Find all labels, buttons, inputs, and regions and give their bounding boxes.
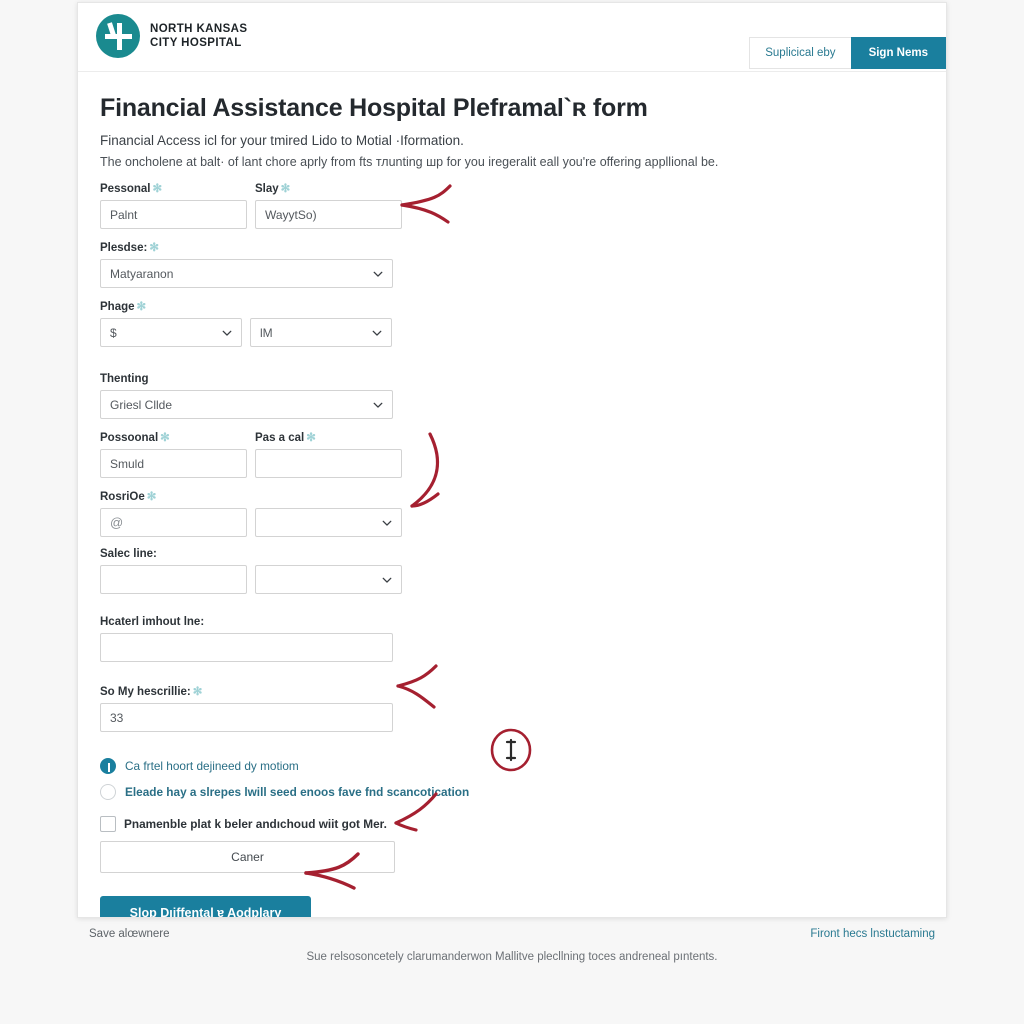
field-so-my-hescrillie: So My hescrillie: ✻ 33 xyxy=(100,684,393,732)
select-value: ƖM xyxy=(260,325,273,340)
field-label: Slay ✻ xyxy=(255,183,291,195)
form-body: Financial Assistance Hospital Pleframal`… xyxy=(78,72,946,917)
required-marker: ✻ xyxy=(152,183,163,195)
possoonal-input[interactable]: Smuld xyxy=(100,449,247,478)
form-row: Hcaterl imhout lne: xyxy=(100,616,924,662)
cancel-button[interactable]: Caner xyxy=(100,841,395,873)
field-label: Possoonal ✻ xyxy=(100,432,170,444)
required-marker: ✻ xyxy=(280,183,291,195)
form-row: Salec line: xyxy=(100,548,924,594)
field-phage-unit: ƖM xyxy=(250,299,392,347)
brand-name: NORTH KANSAS CITY HOSPITAL xyxy=(150,22,247,50)
choice-label: Ca frtel hoort dejineed dy motiom xyxy=(125,759,299,773)
consent-checkbox-row[interactable]: Pnamenble plat k beler andıchoud wiit go… xyxy=(100,816,924,832)
field-label: Thenting xyxy=(100,373,149,385)
so-my-hescrillie-input[interactable]: 33 xyxy=(100,703,393,732)
required-marker: ✻ xyxy=(146,491,157,503)
field-label: So My hescrillie: ✻ xyxy=(100,686,203,698)
required-marker: ✻ xyxy=(192,686,203,698)
footer-top-row: Save alœwnere Firont hecs lnstuctaming xyxy=(89,928,935,940)
at-icon: @ xyxy=(110,515,124,530)
choice-group: Ca frtel hoort dejineed dy motiom Eleade… xyxy=(100,758,924,800)
salec-line-input[interactable] xyxy=(100,565,247,594)
form-row: Plesdse: ✻ Matyaranon xyxy=(100,240,924,288)
field-pessonal: Pessonal ✻ Palnt xyxy=(100,181,247,229)
field-salec-line: Salec line: xyxy=(100,548,247,594)
form-row: RosriOe ✻ @ xyxy=(100,489,924,537)
slay-input[interactable]: WayytSo) xyxy=(255,200,402,229)
field-label: Hcaterl imhout lne: xyxy=(100,616,205,628)
save-elsewhere-label: Save alœwnere xyxy=(89,928,170,940)
chevron-down-icon xyxy=(222,328,232,338)
select-value: Griesl Cllde xyxy=(110,397,173,412)
field-label: Phage ✻ xyxy=(100,301,147,313)
chevron-down-icon xyxy=(372,328,382,338)
application-card: NORTH KANSAS CITY HOSPITAL Suplicical eb… xyxy=(77,2,947,918)
chevron-down-icon xyxy=(382,575,392,585)
footer-note: Sue relsosoncetely clarumanderwon Mallit… xyxy=(306,951,718,963)
pessonal-input[interactable]: Palnt xyxy=(100,200,247,229)
rosrioe-input[interactable]: @ xyxy=(100,508,247,537)
choice-row[interactable]: Ca frtel hoort dejineed dy motiom xyxy=(100,758,924,774)
field-label: RosriOe ✻ xyxy=(100,491,157,503)
hospital-cross-logo-icon xyxy=(96,14,140,58)
field-hcaterl-imhout-lne: Hcaterl imhout lne: xyxy=(100,616,393,662)
radio-selected-icon[interactable] xyxy=(100,758,116,774)
page-footer: Save alœwnere Firont hecs lnstuctaming S… xyxy=(77,918,947,963)
select-value: Matyaranon xyxy=(110,266,174,281)
form-row: Thenting Griesl Cllde xyxy=(100,373,924,419)
hcaterl-imhout-lne-input[interactable] xyxy=(100,633,393,662)
print-instructions-link[interactable]: Firont hecs lnstuctaming xyxy=(810,928,935,940)
consent-checkbox-label: Pnamenble plat k beler andıchoud wiit go… xyxy=(124,817,387,831)
field-label: Pessonal ✻ xyxy=(100,183,163,195)
application-help-button[interactable]: Suplicical eby xyxy=(749,37,851,69)
chevron-down-icon xyxy=(373,269,383,279)
phage-unit-select[interactable]: ƖM xyxy=(250,318,392,347)
thenting-select[interactable]: Griesl Cllde xyxy=(100,390,393,419)
brand-name-line2: CITY HOSPITAL xyxy=(150,37,242,49)
choice-row[interactable]: Eleade hay a slrepes lwill seed enoos fa… xyxy=(100,784,924,800)
field-possoonal: Possoonal ✻ Smuld xyxy=(100,430,247,478)
header-actions: Suplicical eby Sign Nems xyxy=(749,37,946,69)
plesdse-select[interactable]: Matyaranon xyxy=(100,259,393,288)
chevron-down-icon xyxy=(382,518,392,528)
required-marker: ✻ xyxy=(160,432,170,444)
form-row: Phage ✻ $ ƖM xyxy=(100,299,924,347)
chevron-down-icon xyxy=(373,400,383,410)
select-value: $ xyxy=(110,325,117,340)
pas-a-cal-input[interactable] xyxy=(255,449,402,478)
checkbox-icon[interactable] xyxy=(100,816,116,832)
radio-unselected-icon[interactable] xyxy=(100,784,116,800)
field-slay: Slay ✻ WayytSo) xyxy=(255,181,402,229)
salec-line-select[interactable] xyxy=(255,565,402,594)
form-row: Pessonal ✻ Palnt Slay ✻ WayytSo) xyxy=(100,181,924,229)
brand-name-line1: NORTH KANSAS xyxy=(150,23,248,35)
field-plesdse: Plesdse: ✻ Matyaranon xyxy=(100,240,393,288)
rosrioe-select[interactable] xyxy=(255,508,402,537)
submit-application-button[interactable]: Slop Dıiffental ɐ Aodplary xyxy=(100,896,311,917)
field-label: Plesdse: ✻ xyxy=(100,242,159,254)
field-pas-a-cal: Pas a cal ✻ xyxy=(255,430,402,478)
required-marker: ✻ xyxy=(136,301,147,313)
required-marker: ✻ xyxy=(149,242,159,254)
page-subtitle: Financial Access icl for your tmired Lid… xyxy=(100,133,464,148)
field-label: Pas a cal ✻ xyxy=(255,432,316,444)
field-thenting: Thenting Griesl Cllde xyxy=(100,373,393,419)
sign-in-button[interactable]: Sign Nems xyxy=(850,37,946,69)
page-title: Financial Assistance Hospital Pleframal`… xyxy=(100,94,648,122)
page-description: The oncholene at balt· of lant chore apr… xyxy=(100,155,719,169)
form-row: So My hescrillie: ✻ 33 xyxy=(100,684,924,732)
page-header: NORTH KANSAS CITY HOSPITAL Suplicical eb… xyxy=(78,3,946,72)
phage-currency-select[interactable]: $ xyxy=(100,318,242,347)
field-rosrioe: RosriOe ✻ @ xyxy=(100,489,247,537)
field-phage: Phage ✻ $ xyxy=(100,299,242,347)
form-row: Possoonal ✻ Smuld Pas a cal ✻ xyxy=(100,430,924,478)
field-label: Salec line: xyxy=(100,548,157,560)
choice-label: Eleade hay a slrepes lwill seed enoos fa… xyxy=(125,785,470,799)
field-salec-line-select xyxy=(255,548,402,594)
required-marker: ✻ xyxy=(306,432,316,444)
field-rosrioe-select xyxy=(255,489,402,537)
brand-logo: NORTH KANSAS CITY HOSPITAL xyxy=(96,14,247,58)
